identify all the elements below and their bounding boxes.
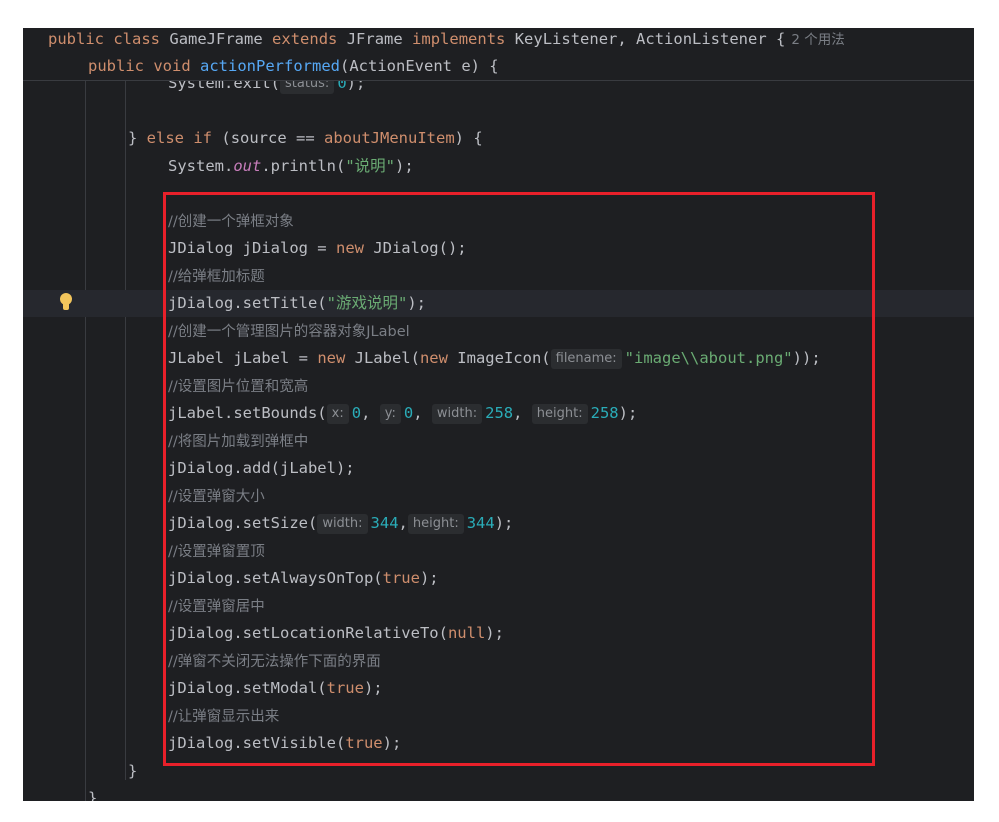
code-line-else-if[interactable]: } else if (source == aboutJMenuItem) { [128, 125, 483, 152]
code-text: (source == [221, 129, 325, 147]
indent-guide [125, 80, 126, 780]
keyword: implements [412, 30, 506, 48]
keyword: extends [272, 30, 338, 48]
sticky-method-declaration[interactable]: public void actionPerformed(ActionEvent … [88, 53, 499, 80]
lightbulb-icon-base [63, 304, 69, 310]
class-name: GameJFrame [169, 30, 263, 48]
keyword: if [193, 129, 213, 147]
code-text: ) { [454, 129, 483, 147]
sticky-scroll-header[interactable]: public class GameJFrame extends JFrame i… [23, 28, 974, 81]
code-line-println[interactable]: System.out.println("说明"); [168, 153, 414, 180]
sticky-class-declaration[interactable]: public class GameJFrame extends JFrame i… [48, 28, 845, 53]
method-name: actionPerformed [200, 57, 340, 75]
keyword: public [88, 57, 144, 75]
superclass-name: JFrame [346, 30, 403, 48]
code-text: } [128, 129, 147, 147]
method-params: (ActionEvent e) { [340, 57, 499, 75]
closing-brace[interactable]: } [88, 785, 97, 801]
keyword: void [153, 57, 191, 75]
keyword: public [48, 30, 104, 48]
string-literal: "说明" [345, 157, 395, 175]
static-field: out [233, 157, 262, 175]
usages-hint[interactable]: 2 个用法 [791, 32, 844, 48]
closing-brace[interactable]: } [128, 758, 137, 785]
code-text: .println( [261, 157, 346, 175]
annotation-highlight-box [163, 192, 875, 766]
code-text: ); [395, 157, 414, 175]
indent-guide [85, 80, 86, 801]
keyword: class [113, 30, 161, 48]
code-text: } [88, 789, 98, 801]
lightbulb-icon[interactable] [59, 293, 73, 313]
code-text: System. [168, 157, 234, 175]
keyword: else [146, 129, 184, 147]
field-reference: aboutJMenuItem [324, 129, 455, 147]
code-text: } [128, 762, 138, 780]
interfaces: KeyListener, ActionListener { [514, 30, 786, 48]
